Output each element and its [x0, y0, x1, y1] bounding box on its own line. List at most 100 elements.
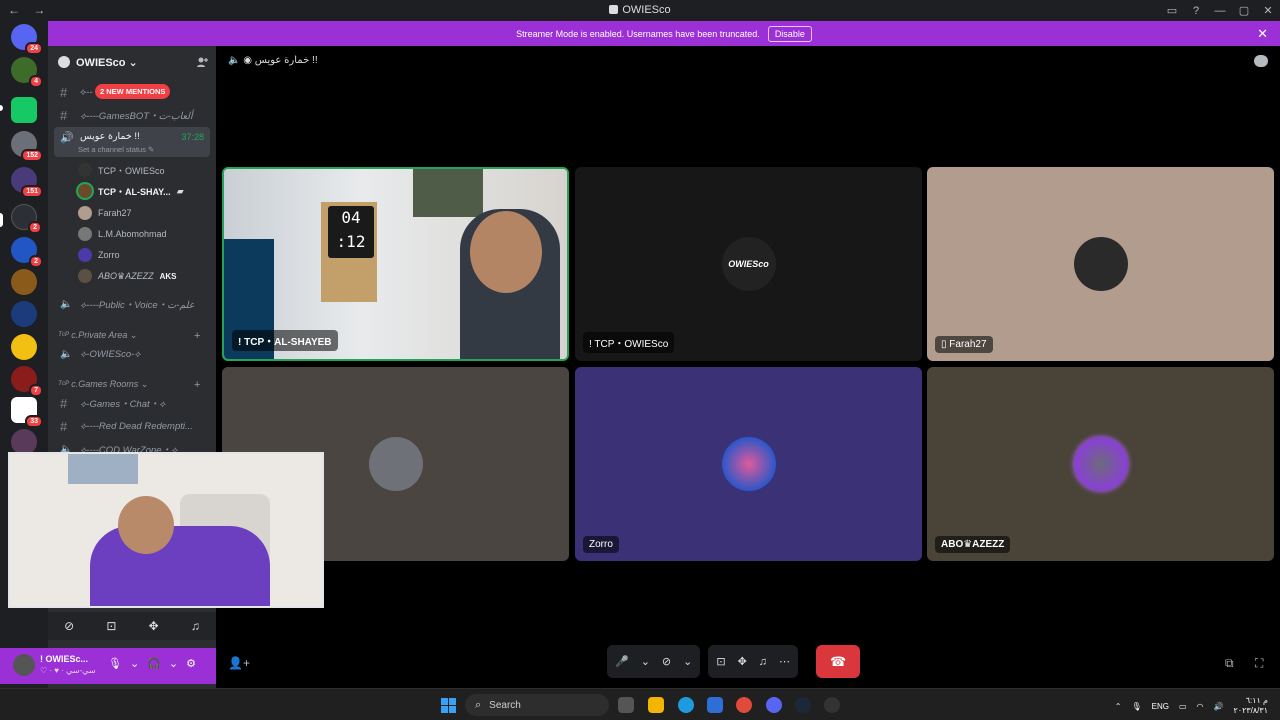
category-header[interactable]: ᵀᶜᴾ ᴄ.Private Area ⌄ + [58, 330, 200, 342]
voice-user-name: TCP・OWIESco [98, 165, 165, 176]
server-icon-owiesco[interactable]: 2 [11, 204, 42, 234]
server-header[interactable]: OWIESco ⌄ [48, 46, 216, 78]
new-mentions-pill[interactable]: 2 NEW MENTIONS [95, 84, 171, 99]
mic-icon[interactable]: 🎙 [108, 657, 122, 670]
more-options-icon[interactable]: ⋯ [779, 655, 790, 668]
voice-user[interactable]: TCP・OWIESco [78, 161, 165, 179]
server-icon[interactable]: 7 [11, 366, 43, 397]
fullscreen-icon[interactable]: ⛶ [1255, 656, 1263, 671]
server-icon[interactable]: 33 [11, 397, 43, 428]
close-window-button[interactable]: ✕ [1256, 4, 1280, 17]
server-icon[interactable] [11, 301, 37, 327]
screen-share-icon[interactable]: ⊡ [106, 619, 116, 633]
invite-member-icon[interactable] [196, 56, 208, 68]
steam-icon[interactable] [795, 697, 811, 713]
voice-user[interactable]: TCP・AL-SHAY... ▰ [78, 182, 184, 200]
invite-to-call-icon[interactable]: 👤+ [228, 656, 250, 670]
tile-name-label: ! TCP・AL-SHAYEB [232, 330, 338, 351]
server-badge: 7 [29, 384, 43, 397]
discord-mini-icon [609, 5, 619, 14]
voice-user[interactable]: Zorro [78, 246, 120, 264]
camera-off-icon[interactable]: ⊘ [662, 655, 671, 668]
video-tile-speaking[interactable]: 04 :12 ! TCP・AL-SHAYEB [222, 167, 569, 361]
discord-taskbar-icon[interactable] [766, 697, 782, 713]
end-call-button[interactable]: ☎ [816, 645, 861, 678]
server-icon[interactable]: 4 [11, 57, 43, 88]
camera-off-icon[interactable]: ⊘ [64, 619, 74, 633]
mic-icon[interactable]: 🎤 [615, 655, 629, 668]
add-channel-icon[interactable]: + [194, 330, 200, 342]
server-icon-k[interactable] [11, 97, 37, 123]
home-discord-icon[interactable]: 24 [11, 24, 43, 55]
server-icon[interactable] [11, 269, 37, 295]
category-header[interactable]: ᵀᶜᴾ ᴄ.Games Rooms ⌄ + [58, 379, 200, 391]
channel-voice[interactable]: 🔈 ⟡-OWIESco-⟡ [54, 344, 210, 364]
maximize-button[interactable]: ▢ [1232, 4, 1256, 17]
channel-voice[interactable]: 🔈 ⟡----Public・Voice・علم-ت [54, 294, 210, 314]
search-placeholder: Search [489, 699, 521, 711]
avatar[interactable] [13, 654, 35, 676]
voice-user[interactable]: Farah27 [78, 204, 132, 222]
minimize-button[interactable]: — [1208, 5, 1232, 17]
taskbar-search[interactable]: ⌕ Search [465, 694, 609, 716]
headphones-icon[interactable]: 🎧 [147, 657, 161, 670]
video-tile[interactable]: OWIESco ! TCP・OWIESco [575, 167, 922, 361]
inbox-icon[interactable]: ▭ [1160, 4, 1184, 17]
user-controls: 🎙 ⌄ 🎧 ⌄ ⚙ [108, 657, 196, 670]
chevron-down-icon[interactable]: ⌄ [130, 657, 139, 670]
banner-close-icon[interactable]: ✕ [1257, 26, 1268, 42]
pip-webcam-overlay[interactable] [8, 452, 324, 608]
settings-gear-icon[interactable]: ⚙ [186, 657, 196, 670]
screen-share-icon[interactable]: ⊡ [716, 655, 725, 668]
edge-icon[interactable] [678, 697, 694, 713]
server-icon[interactable]: 2 [11, 237, 43, 268]
server-folder-icon[interactable]: 152 [11, 131, 43, 162]
voice-user[interactable]: ABO♛AZEZZ AKS [78, 267, 176, 285]
video-tile[interactable]: ▯ Farah27 [927, 167, 1274, 361]
chevron-up-icon[interactable]: ⌃ [1115, 702, 1122, 711]
activities-icon[interactable]: ✥ [738, 655, 747, 668]
add-channel-icon[interactable]: + [194, 379, 200, 391]
popout-icon[interactable]: ⧉ [1225, 656, 1234, 671]
server-folder-icon[interactable]: 151 [11, 167, 43, 198]
channel-status[interactable]: Set a channel status ✎ [78, 145, 154, 154]
activities-icon[interactable]: ✥ [149, 619, 159, 633]
soundboard-icon[interactable]: ♫ [191, 619, 200, 633]
avatar: OWIESco [721, 237, 776, 291]
server-badge: 33 [25, 415, 43, 428]
streamer-mode-banner: Streamer Mode is enabled. Usernames have… [48, 21, 1280, 46]
mic-tray-icon[interactable]: 🎙 [1131, 702, 1141, 711]
language-indicator[interactable]: ENG [1152, 702, 1169, 711]
video-tile[interactable]: Zorro [575, 367, 922, 561]
server-icon[interactable] [11, 334, 37, 360]
chat-bubble-icon[interactable] [1254, 55, 1268, 67]
voice-channel-name: خمارة عويس !! [254, 55, 318, 66]
chevron-down-icon[interactable]: ⌄ [641, 655, 650, 668]
tile-name-label: ABO♛AZEZZ [935, 536, 1011, 553]
channel-voice-active[interactable]: 🔊 خمارة عويس !! 37:28 Set a channel stat… [54, 127, 210, 157]
chrome-icon[interactable] [736, 697, 752, 713]
video-tile[interactable]: ABO♛AZEZZ [927, 367, 1274, 561]
hash-icon: # [60, 395, 68, 411]
channel-text[interactable]: # ⟡----Red Dead Redempti... [54, 416, 210, 436]
network-icon[interactable]: ▭ [1179, 702, 1187, 711]
obs-icon[interactable] [824, 697, 840, 713]
task-view-icon[interactable] [618, 697, 634, 713]
audio-video-group: 🎤 ⌄ ⊘ ⌄ [607, 645, 701, 678]
clock[interactable]: م ٦:١١ ٢٠٢٣/٨/٣١ [1233, 696, 1268, 716]
voice-user[interactable]: L.M.Abomohmad [78, 225, 167, 243]
chevron-down-icon[interactable]: ⌄ [683, 655, 692, 668]
avatar [78, 269, 92, 283]
help-icon[interactable]: ? [1184, 5, 1208, 17]
file-explorer-icon[interactable] [648, 697, 664, 713]
wifi-icon[interactable]: ◠ [1197, 702, 1204, 711]
soundboard-icon[interactable]: ♫ [759, 656, 767, 668]
volume-icon[interactable]: 🔊 [1214, 702, 1224, 711]
disable-button[interactable]: Disable [767, 25, 812, 42]
start-button[interactable] [441, 698, 456, 713]
channel-text[interactable]: # ⟡----GamesBOT・ألعاب-ت [54, 105, 210, 125]
chevron-down-icon[interactable]: ⌄ [169, 657, 178, 670]
selected-pill [0, 213, 3, 227]
channel-text[interactable]: # ⟡-Games・Chat・⟡ [54, 393, 210, 413]
store-icon[interactable] [707, 697, 723, 713]
